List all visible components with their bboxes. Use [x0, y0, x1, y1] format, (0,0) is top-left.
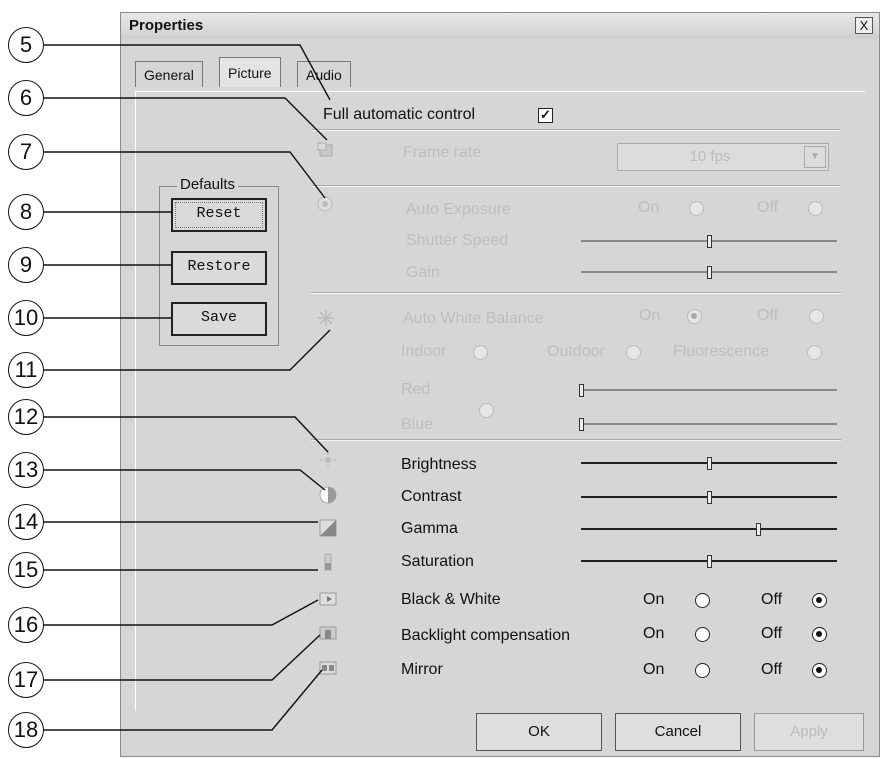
- callout-6: 6: [8, 80, 44, 116]
- callout-leaders: [44, 44, 331, 731]
- leader-line: [44, 634, 321, 681]
- callout-11: 11: [8, 352, 44, 388]
- leader-line: [44, 329, 331, 371]
- leader-line: [44, 416, 329, 453]
- callout-5: 5: [8, 27, 44, 63]
- callout-13: 13: [8, 452, 44, 488]
- callout-10: 10: [8, 300, 44, 336]
- leader-line: [44, 469, 326, 491]
- callout-16: 16: [8, 607, 44, 643]
- leader-line: [44, 97, 328, 141]
- callout-8: 8: [8, 194, 44, 230]
- leader-line: [44, 44, 331, 101]
- leader-line: [44, 151, 326, 199]
- tab-picture[interactable]: Picture: [219, 57, 281, 87]
- callout-14: 14: [8, 504, 44, 540]
- callout-7: 7: [8, 134, 44, 170]
- callout-18: 18: [8, 712, 44, 748]
- callout-12: 12: [8, 399, 44, 435]
- callout-9: 9: [8, 247, 44, 283]
- leader-line: [44, 669, 323, 731]
- leader-line: [44, 599, 319, 626]
- callout-17: 17: [8, 662, 44, 698]
- callout-15: 15: [8, 552, 44, 588]
